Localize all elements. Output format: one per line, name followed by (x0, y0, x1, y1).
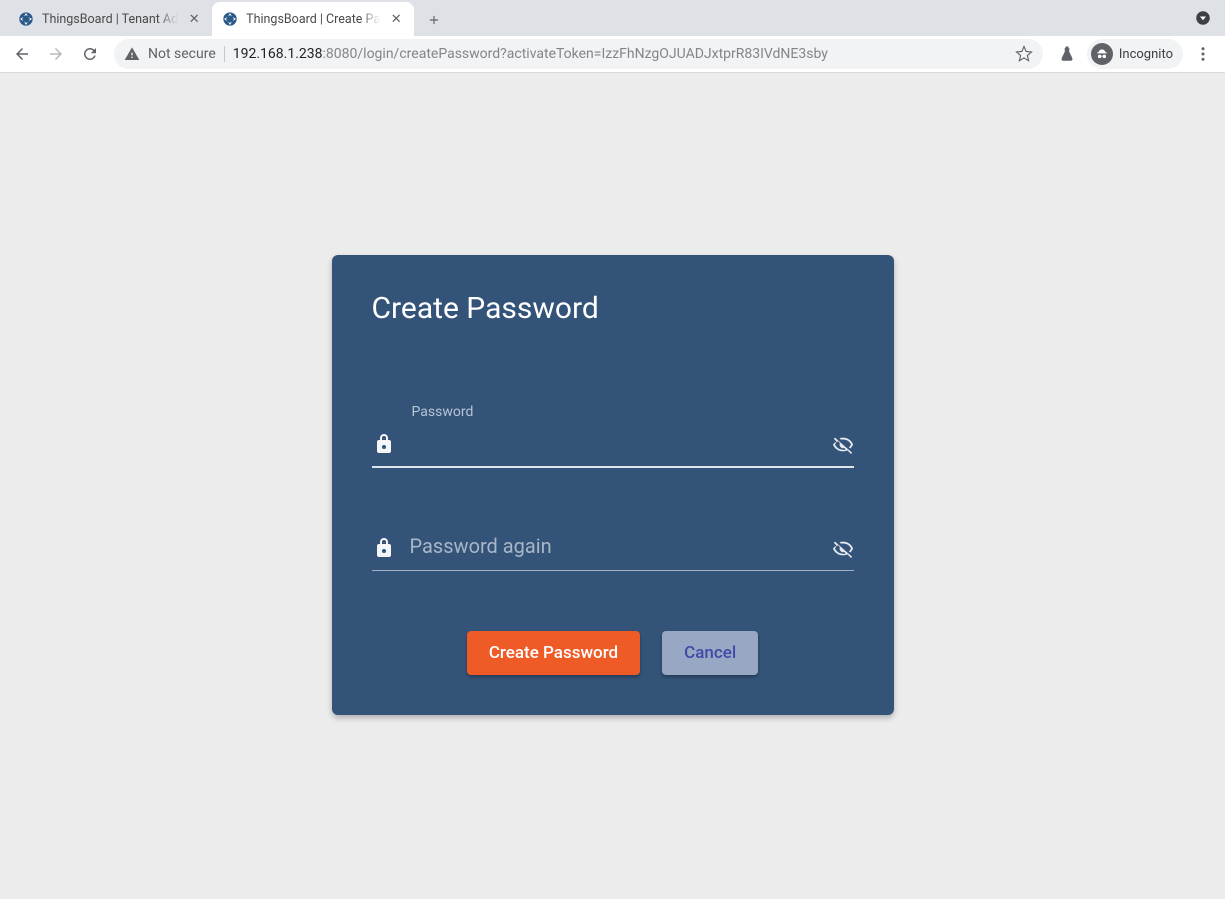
url-text: 192.168.1.238:8080/login/createPassword?… (233, 46, 1007, 62)
create-password-card: Create Password Password Create Password… (332, 255, 894, 715)
password-field: Password (372, 426, 854, 468)
extension-icon[interactable] (1053, 40, 1081, 68)
tab-strip: ThingsBoard | Tenant Ad ✕ ThingsBoard | … (0, 0, 1225, 36)
browser-tab-0[interactable]: ThingsBoard | Tenant Ad ✕ (8, 2, 212, 36)
cancel-button[interactable]: Cancel (662, 631, 758, 675)
browser-toolbar: Not secure 192.168.1.238:8080/login/crea… (0, 36, 1225, 73)
reload-icon (81, 45, 99, 63)
card-title: Create Password (372, 291, 854, 326)
reload-button[interactable] (76, 40, 104, 68)
browser-menu-button[interactable] (1189, 40, 1217, 68)
arrow-right-icon (47, 45, 65, 63)
address-bar[interactable]: Not secure 192.168.1.238:8080/login/crea… (114, 39, 1043, 69)
lock-icon (372, 536, 396, 560)
incognito-indicator: Incognito (1087, 39, 1183, 69)
plus-icon (427, 13, 441, 27)
flask-icon (1058, 45, 1076, 63)
close-tab-icon[interactable]: ✕ (388, 11, 404, 27)
more-vert-icon (1194, 45, 1212, 63)
forward-button[interactable] (42, 40, 70, 68)
password-label: Password (412, 404, 474, 420)
create-password-button[interactable]: Create Password (467, 631, 640, 675)
password-input[interactable] (410, 426, 818, 458)
arrow-left-icon (13, 45, 31, 63)
button-row: Create Password Cancel (372, 631, 854, 675)
visibility-off-icon[interactable] (832, 434, 854, 456)
close-tab-icon[interactable]: ✕ (186, 11, 202, 27)
thingsboard-favicon-icon (18, 11, 34, 27)
visibility-off-icon[interactable] (832, 538, 854, 560)
not-secure-icon (124, 46, 140, 62)
incognito-label: Incognito (1119, 47, 1173, 62)
browser-tab-1[interactable]: ThingsBoard | Create Pa ✕ (212, 2, 414, 36)
bookmark-star-icon[interactable] (1015, 45, 1033, 63)
window-control-icon[interactable] (1193, 8, 1213, 28)
back-button[interactable] (8, 40, 36, 68)
page-body: Create Password Password Create Password… (0, 73, 1225, 899)
tab-title: ThingsBoard | Tenant Ad (42, 12, 178, 27)
lock-icon (372, 432, 396, 456)
separator (224, 46, 225, 62)
not-secure-label: Not secure (148, 46, 216, 62)
tab-title: ThingsBoard | Create Pa (246, 12, 380, 27)
password-again-field (372, 530, 854, 571)
thingsboard-favicon-icon (222, 11, 238, 27)
incognito-icon (1091, 43, 1113, 65)
new-tab-button[interactable] (420, 6, 448, 34)
password-again-input[interactable] (410, 530, 818, 562)
